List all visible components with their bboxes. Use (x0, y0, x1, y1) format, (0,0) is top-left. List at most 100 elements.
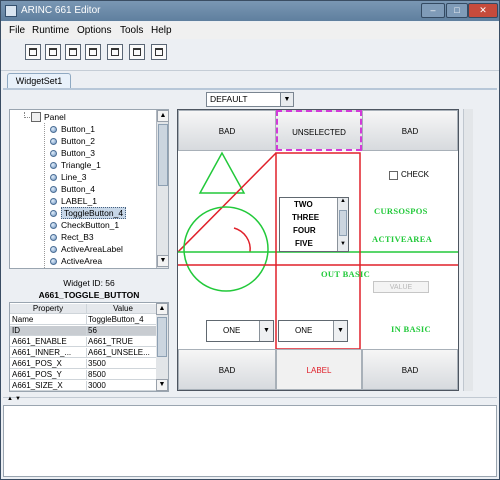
tree-item-button-4[interactable]: Button_4 (50, 184, 95, 196)
tree-item-triangle-1[interactable]: Triangle_1 (50, 160, 101, 172)
properties-scrollbar[interactable]: ▲ ▼ (156, 303, 168, 391)
column-header-value: Value (86, 304, 158, 314)
list-item[interactable]: FIVE (295, 239, 313, 248)
tab-widgetset1[interactable]: WidgetSet1 (7, 73, 71, 89)
tree-item-togglebutton-4[interactable]: ToggleButton_4 (50, 207, 127, 220)
widget-node-icon (50, 174, 57, 181)
activearea-label: ACTIVEAREA (372, 234, 433, 244)
scroll-down-icon[interactable]: ▼ (338, 241, 348, 250)
title-bar[interactable]: ARINC 661 Editor – □ ✕ (1, 1, 499, 21)
cursorpos-label: CURSOSPOS (374, 206, 428, 216)
close-button[interactable]: ✕ (468, 3, 498, 18)
tree-item-checkbutton-1[interactable]: CheckButton_1 (50, 220, 119, 232)
console-panel[interactable] (3, 405, 497, 477)
tab-row (1, 71, 499, 89)
properties-scroll-thumb[interactable] (157, 317, 167, 357)
tree-item-activearealabel[interactable]: ActiveAreaLabel (50, 244, 123, 256)
combo-right-value: ONE (295, 326, 313, 335)
widget-node-icon (50, 210, 57, 217)
label-widget: LABEL (276, 349, 362, 390)
table-row[interactable]: A661_POS_Y 8500 (10, 370, 158, 380)
widget-node-icon (50, 222, 57, 229)
bad-button-bottom-right[interactable]: BAD (362, 349, 458, 390)
maximize-button[interactable]: □ (446, 3, 468, 18)
scroll-down-icon[interactable]: ▼ (156, 379, 168, 391)
tree-item-button-3[interactable]: Button_3 (50, 148, 95, 160)
check-button-label[interactable]: CHECK (401, 170, 429, 179)
minimize-button[interactable]: – (421, 3, 445, 18)
scroll-up-icon[interactable]: ▲ (157, 110, 169, 122)
align-center-icon[interactable] (65, 44, 81, 60)
widget-node-icon (50, 162, 57, 169)
widget-tree[interactable]: Panel Button_1 Button_2 Button_3 Triangl… (9, 109, 169, 269)
list-scrollbar[interactable]: ▲ ▼ (337, 198, 348, 251)
triangle-shape[interactable] (198, 151, 246, 194)
table-row[interactable]: A661_ENABLE A661_TRUE (10, 337, 158, 347)
check-button-box[interactable] (389, 171, 398, 180)
chevron-down-icon[interactable]: ▼ (280, 93, 293, 106)
chevron-down-icon[interactable]: ▼ (333, 321, 347, 341)
tree-scroll-thumb[interactable] (158, 124, 168, 186)
list-item[interactable]: FOUR (293, 226, 316, 235)
toolbar (1, 39, 499, 71)
collapse-up-icon[interactable]: ▲ (7, 396, 13, 402)
combo-box-right[interactable]: ONE ▼ (278, 320, 348, 342)
menu-help[interactable]: Help (151, 25, 172, 36)
value-field[interactable]: VALUE (373, 281, 429, 293)
table-row[interactable]: A661_INNER_... A661_UNSELE... (10, 348, 158, 358)
scroll-down-icon[interactable]: ▼ (157, 255, 169, 267)
scroll-up-icon[interactable]: ▲ (338, 198, 348, 207)
table-row[interactable]: A661_SIZE_X 3000 (10, 381, 158, 391)
scroll-list[interactable]: TWO THREE FOUR FIVE ▲ ▼ (279, 197, 349, 252)
widget-node-icon (50, 246, 57, 253)
align-top-icon[interactable] (85, 44, 101, 60)
combo-left-value: ONE (223, 326, 241, 335)
chevron-down-icon[interactable]: ▼ (259, 321, 273, 341)
widget-node-icon (50, 150, 57, 157)
layer-select[interactable]: DEFAULT ▼ (206, 92, 294, 107)
app-window: ARINC 661 Editor – □ ✕ File Runtime Opti… (0, 0, 500, 480)
menu-file[interactable]: File (9, 25, 25, 36)
widget-node-icon (50, 126, 57, 133)
properties-table[interactable]: Property Value Name ToggleButton_4 ID 56… (9, 302, 169, 392)
tree-scrollbar[interactable]: ▲ ▼ (156, 110, 169, 268)
list-scroll-thumb[interactable] (339, 210, 347, 236)
list-item[interactable]: THREE (292, 213, 319, 222)
scroll-up-icon[interactable]: ▲ (156, 303, 168, 315)
display-canvas[interactable]: BAD UNSELECTED BAD TWO THREE FOUR FIVE ▲… (177, 109, 459, 391)
table-row[interactable]: A661_POS_X 3500 (10, 359, 158, 369)
menu-tools[interactable]: Tools (120, 25, 143, 36)
tree-root-panel[interactable]: Panel (44, 112, 66, 124)
canvas-scrollbar[interactable] (463, 109, 473, 391)
tree-item-button-1[interactable]: Button_1 (50, 124, 95, 136)
out-basic-label: OUT BASIC (321, 269, 371, 279)
align-bottom-icon[interactable] (107, 44, 123, 60)
combo-box-left[interactable]: ONE ▼ (206, 320, 274, 342)
circle-shape[interactable] (183, 206, 269, 292)
pane-splitter[interactable]: ▲ ▼ (3, 396, 497, 403)
panel-node-icon (31, 112, 41, 122)
tree-item-rect-b3[interactable]: Rect_B3 (50, 232, 94, 244)
tree-line (44, 123, 45, 268)
collapse-down-icon[interactable]: ▼ (15, 396, 21, 402)
distribute-vertical-icon[interactable] (151, 44, 167, 60)
widget-type-label: A661_TOGGLE_BUTTON (38, 290, 140, 300)
widget-id-label: Widget ID: 56 (63, 278, 115, 288)
align-left-icon[interactable] (45, 44, 61, 60)
tree-item-button-2[interactable]: Button_2 (50, 136, 95, 148)
distribute-horizontal-icon[interactable] (129, 44, 145, 60)
list-item[interactable]: TWO (294, 200, 313, 209)
widget-node-icon (50, 258, 57, 265)
new-layer-icon[interactable] (25, 44, 41, 60)
bad-button-bottom-left[interactable]: BAD (178, 349, 276, 390)
in-basic-label: IN BASIC (391, 324, 431, 334)
table-row[interactable]: ID 56 (10, 326, 158, 336)
tree-item-activearea[interactable]: ActiveArea (50, 256, 102, 268)
properties-header-row: Property Value (10, 304, 158, 314)
tree-item-line-3[interactable]: Line_3 (50, 172, 87, 184)
arc-shape[interactable] (233, 227, 251, 253)
menu-options[interactable]: Options (77, 25, 111, 36)
menu-runtime[interactable]: Runtime (32, 25, 69, 36)
line-shape[interactable] (178, 152, 277, 253)
table-row[interactable]: Name ToggleButton_4 (10, 315, 158, 325)
